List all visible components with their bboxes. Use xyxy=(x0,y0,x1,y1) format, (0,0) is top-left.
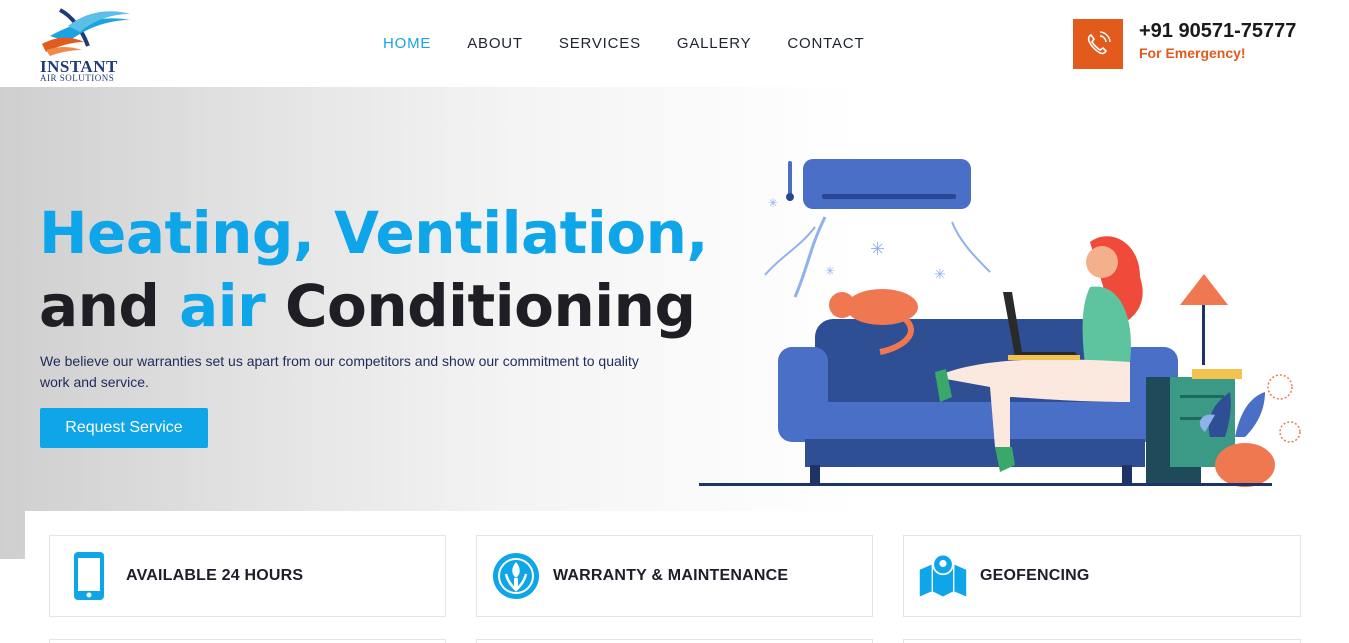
feature-label: AVAILABLE 24 HOURS xyxy=(126,567,304,584)
feature-card-geofencing[interactable]: GEOFENCING xyxy=(903,535,1301,617)
hero-title-and: and xyxy=(39,272,180,340)
nav-about[interactable]: ABOUT xyxy=(467,35,523,52)
feature-label: WARRANTY & MAINTENANCE xyxy=(553,567,789,584)
ac-unit-icon xyxy=(803,159,971,209)
feature-card-availability[interactable]: AVAILABLE 24 HOURS xyxy=(49,535,446,617)
svg-text:✳: ✳ xyxy=(825,264,835,278)
phone-number[interactable]: +91 90571-75777 xyxy=(1139,20,1296,43)
feature-card-warranty[interactable]: WARRANTY & MAINTENANCE xyxy=(476,535,873,617)
feature-card-row2-3 xyxy=(903,639,1301,643)
logo[interactable]: INSTANT AIR SOLUTIONS xyxy=(38,6,134,84)
feature-label: GEOFENCING xyxy=(980,567,1090,584)
svg-text:✳: ✳ xyxy=(934,266,946,282)
features-section: AVAILABLE 24 HOURS WARRANTY & MAINTENANC… xyxy=(25,511,1349,643)
hero-title-line2: and air Conditioning xyxy=(39,272,696,340)
nav-home[interactable]: HOME xyxy=(383,35,431,52)
feature-card-row2-2 xyxy=(476,639,873,643)
emergency-label: For Emergency! xyxy=(1139,45,1246,61)
header: INSTANT AIR SOLUTIONS HOME ABOUT SERVICE… xyxy=(0,0,1349,87)
hero-illustration: ✳ ✳ ✳ ✳ xyxy=(699,159,1301,487)
hero-section: Heating, Ventilation, and air Conditioni… xyxy=(0,87,1349,559)
mobile-phone-icon xyxy=(64,551,114,601)
feature-card-row2-1 xyxy=(49,639,446,643)
nav-gallery[interactable]: GALLERY xyxy=(677,35,752,52)
phone-call-icon xyxy=(1087,31,1111,55)
lamp-icon xyxy=(1180,274,1228,305)
hero-title-line1: Heating, Ventilation, xyxy=(39,199,708,267)
nav-contact[interactable]: CONTACT xyxy=(787,35,864,52)
hero-title-conditioning: Conditioning xyxy=(265,272,696,340)
page: INSTANT AIR SOLUTIONS HOME ABOUT SERVICE… xyxy=(0,0,1349,643)
map-pin-icon xyxy=(918,551,968,601)
hero-description: We believe our warranties set us apart f… xyxy=(40,353,639,390)
hero-title-accent: air xyxy=(179,272,266,340)
logo-swoosh-icon xyxy=(42,8,130,56)
svg-text:✳: ✳ xyxy=(870,239,885,259)
warranty-emblem-icon xyxy=(491,551,541,601)
request-service-button[interactable]: Request Service xyxy=(40,408,208,448)
main-nav: HOME ABOUT SERVICES GALLERY CONTACT xyxy=(383,35,900,52)
svg-text:✳: ✳ xyxy=(768,196,778,210)
call-button[interactable] xyxy=(1073,19,1123,69)
logo-subtitle: AIR SOLUTIONS xyxy=(40,73,115,83)
nav-services[interactable]: SERVICES xyxy=(559,35,641,52)
